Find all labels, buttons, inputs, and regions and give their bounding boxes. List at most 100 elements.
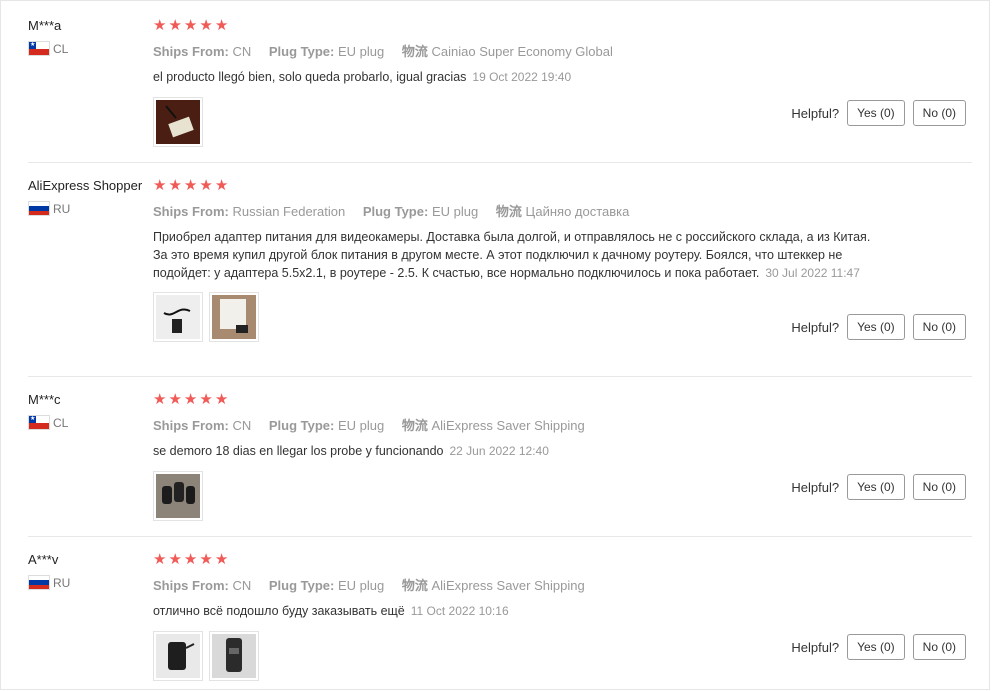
helpful-no-button[interactable]: No (0) xyxy=(912,474,966,500)
review-photos xyxy=(153,97,883,147)
photo-adapter-box-image xyxy=(156,100,200,144)
review-photo-thumbnail[interactable] xyxy=(153,97,203,147)
review-body: el producto llegó bien, solo queda proba… xyxy=(153,70,467,84)
helpful-yes-button[interactable]: Yes (0) xyxy=(847,100,905,126)
review-divider xyxy=(28,536,972,537)
logistics-value: AliExpress Saver Shipping xyxy=(431,418,585,433)
star-icon: ★ xyxy=(168,176,182,194)
review-content: ★ ★ ★ ★ ★ Ships From: CN Plug Type: EU plug … xyxy=(153,17,883,147)
review-body: Приобрел адаптер питания для видеокамеры… xyxy=(153,230,871,280)
star-rating: ★ ★ ★ ★ ★ xyxy=(153,391,883,407)
plug-type-label: Plug Type: xyxy=(362,204,429,219)
photo-adapter-closeup-image xyxy=(212,634,256,678)
ships-from-value: CN xyxy=(232,418,252,433)
review-photo-thumbnail[interactable] xyxy=(209,292,259,342)
helpful-no-button[interactable]: No (0) xyxy=(912,100,966,126)
logistics-value: Cainiao Super Economy Global xyxy=(431,44,613,59)
review-meta: Ships From: CN Plug Type: EU plug 物流 Ali… xyxy=(153,415,883,434)
review-date: 19 Oct 2022 19:40 xyxy=(472,70,572,84)
helpful-label: Helpful? xyxy=(791,105,840,121)
star-icon: ★ xyxy=(214,390,229,408)
review-photo-thumbnail[interactable] xyxy=(153,631,203,681)
plug-type-label: Plug Type: xyxy=(268,578,335,593)
russia-flag-icon xyxy=(28,575,50,590)
star-icon: ★ xyxy=(214,16,229,34)
star-icon: ★ xyxy=(183,550,198,568)
star-icon: ★ xyxy=(183,176,198,194)
reviewer-info: AliExpress Shopper RU xyxy=(28,177,153,216)
review-photo-thumbnail[interactable] xyxy=(153,471,203,521)
helpful-yes-button[interactable]: Yes (0) xyxy=(847,474,905,500)
country-code: RU xyxy=(53,201,71,216)
review-photo-thumbnail[interactable] xyxy=(153,292,203,342)
star-icon: ★ xyxy=(153,16,167,34)
helpful-label: Helpful? xyxy=(791,639,840,655)
plug-type-label: Plug Type: xyxy=(268,44,335,59)
star-icon: ★ xyxy=(199,550,213,568)
ships-from-value: CN xyxy=(232,44,252,59)
reviewer-name: AliExpress Shopper xyxy=(28,178,143,193)
helpful-yes-button[interactable]: Yes (0) xyxy=(847,314,905,340)
reviewer-name: M***c xyxy=(28,392,61,407)
review-photo-thumbnail[interactable] xyxy=(209,631,259,681)
review-content: ★ ★ ★ ★ ★ Ships From: Russian Federation Plu… xyxy=(153,177,883,342)
review-content: ★ ★ ★ ★ ★ Ships From: CN Plug Type: EU plug … xyxy=(153,391,883,521)
reviewer-country: RU xyxy=(28,575,153,590)
star-icon: ★ xyxy=(199,176,213,194)
ships-from-label: Ships From: xyxy=(153,418,229,433)
reviews-panel: M***a ★ CL ★ ★ ★ ★ ★ Ships From: CN Plug Typ… xyxy=(0,0,990,690)
logistics-value: AliExpress Saver Shipping xyxy=(431,578,585,593)
helpful-label: Helpful? xyxy=(791,479,840,495)
review-item: AliExpress Shopper RU ★ ★ ★ ★ ★ Ships From: … xyxy=(28,177,972,377)
photo-adapter-image xyxy=(156,634,200,678)
photo-adapter-cable-image xyxy=(156,295,200,339)
helpful-section: Helpful? Yes (0) No (0) xyxy=(791,634,966,660)
helpful-no-button[interactable]: No (0) xyxy=(912,634,966,660)
ships-from-label: Ships From: xyxy=(153,44,229,59)
review-photos xyxy=(153,631,883,681)
star-rating: ★ ★ ★ ★ ★ xyxy=(153,551,883,567)
plug-type-label: Plug Type: xyxy=(268,418,335,433)
reviewer-info: M***a ★ CL xyxy=(28,17,153,56)
star-icon: ★ xyxy=(168,390,182,408)
star-icon: ★ xyxy=(199,390,213,408)
reviewer-name: A***v xyxy=(28,552,59,567)
photo-adapters-image xyxy=(156,474,200,518)
helpful-yes-button[interactable]: Yes (0) xyxy=(847,634,905,660)
star-icon: ★ xyxy=(153,390,167,408)
ships-from-value: CN xyxy=(232,578,252,593)
review-item: M***c ★ CL ★ ★ ★ ★ ★ Ships From: CN Plug Typ… xyxy=(28,391,972,537)
helpful-no-button[interactable]: No (0) xyxy=(912,314,966,340)
review-photos xyxy=(153,471,883,521)
helpful-section: Helpful? Yes (0) No (0) xyxy=(791,474,966,500)
star-icon: ★ xyxy=(153,550,167,568)
star-icon: ★ xyxy=(168,550,182,568)
review-text: el producto llegó bien, solo queda proba… xyxy=(153,68,873,86)
review-body: se demoro 18 dias en llegar los probe y … xyxy=(153,444,444,458)
star-rating: ★ ★ ★ ★ ★ xyxy=(153,17,883,33)
logistics-label: 物流 xyxy=(495,204,522,219)
review-text: Приобрел адаптер питания для видеокамеры… xyxy=(153,228,873,282)
reviewer-country: ★ CL xyxy=(28,415,153,430)
star-icon: ★ xyxy=(199,16,213,34)
star-icon: ★ xyxy=(214,176,229,194)
review-content: ★ ★ ★ ★ ★ Ships From: CN Plug Type: EU plug … xyxy=(153,551,883,681)
ships-from-value: Russian Federation xyxy=(232,204,346,219)
star-icon: ★ xyxy=(183,390,198,408)
review-date: 30 Jul 2022 11:47 xyxy=(765,266,860,280)
reviewer-name: M***a xyxy=(28,18,62,33)
review-text: se demoro 18 dias en llegar los probe y … xyxy=(153,442,873,460)
review-divider xyxy=(28,162,972,163)
country-code: RU xyxy=(53,575,71,590)
chile-flag-icon: ★ xyxy=(28,41,50,56)
review-text: отлично всё подошло буду заказывать ещё 1… xyxy=(153,602,873,620)
review-divider xyxy=(28,376,972,377)
chile-flag-icon: ★ xyxy=(28,415,50,430)
review-body: отлично всё подошло буду заказывать ещё xyxy=(153,604,405,618)
helpful-section: Helpful? Yes (0) No (0) xyxy=(791,100,966,126)
logistics-label: 物流 xyxy=(401,44,428,59)
review-date: 11 Oct 2022 10:16 xyxy=(410,604,509,618)
logistics-value: Цайняо доставка xyxy=(525,204,630,219)
country-code: CL xyxy=(53,415,69,430)
plug-type-value: EU plug xyxy=(431,204,479,219)
